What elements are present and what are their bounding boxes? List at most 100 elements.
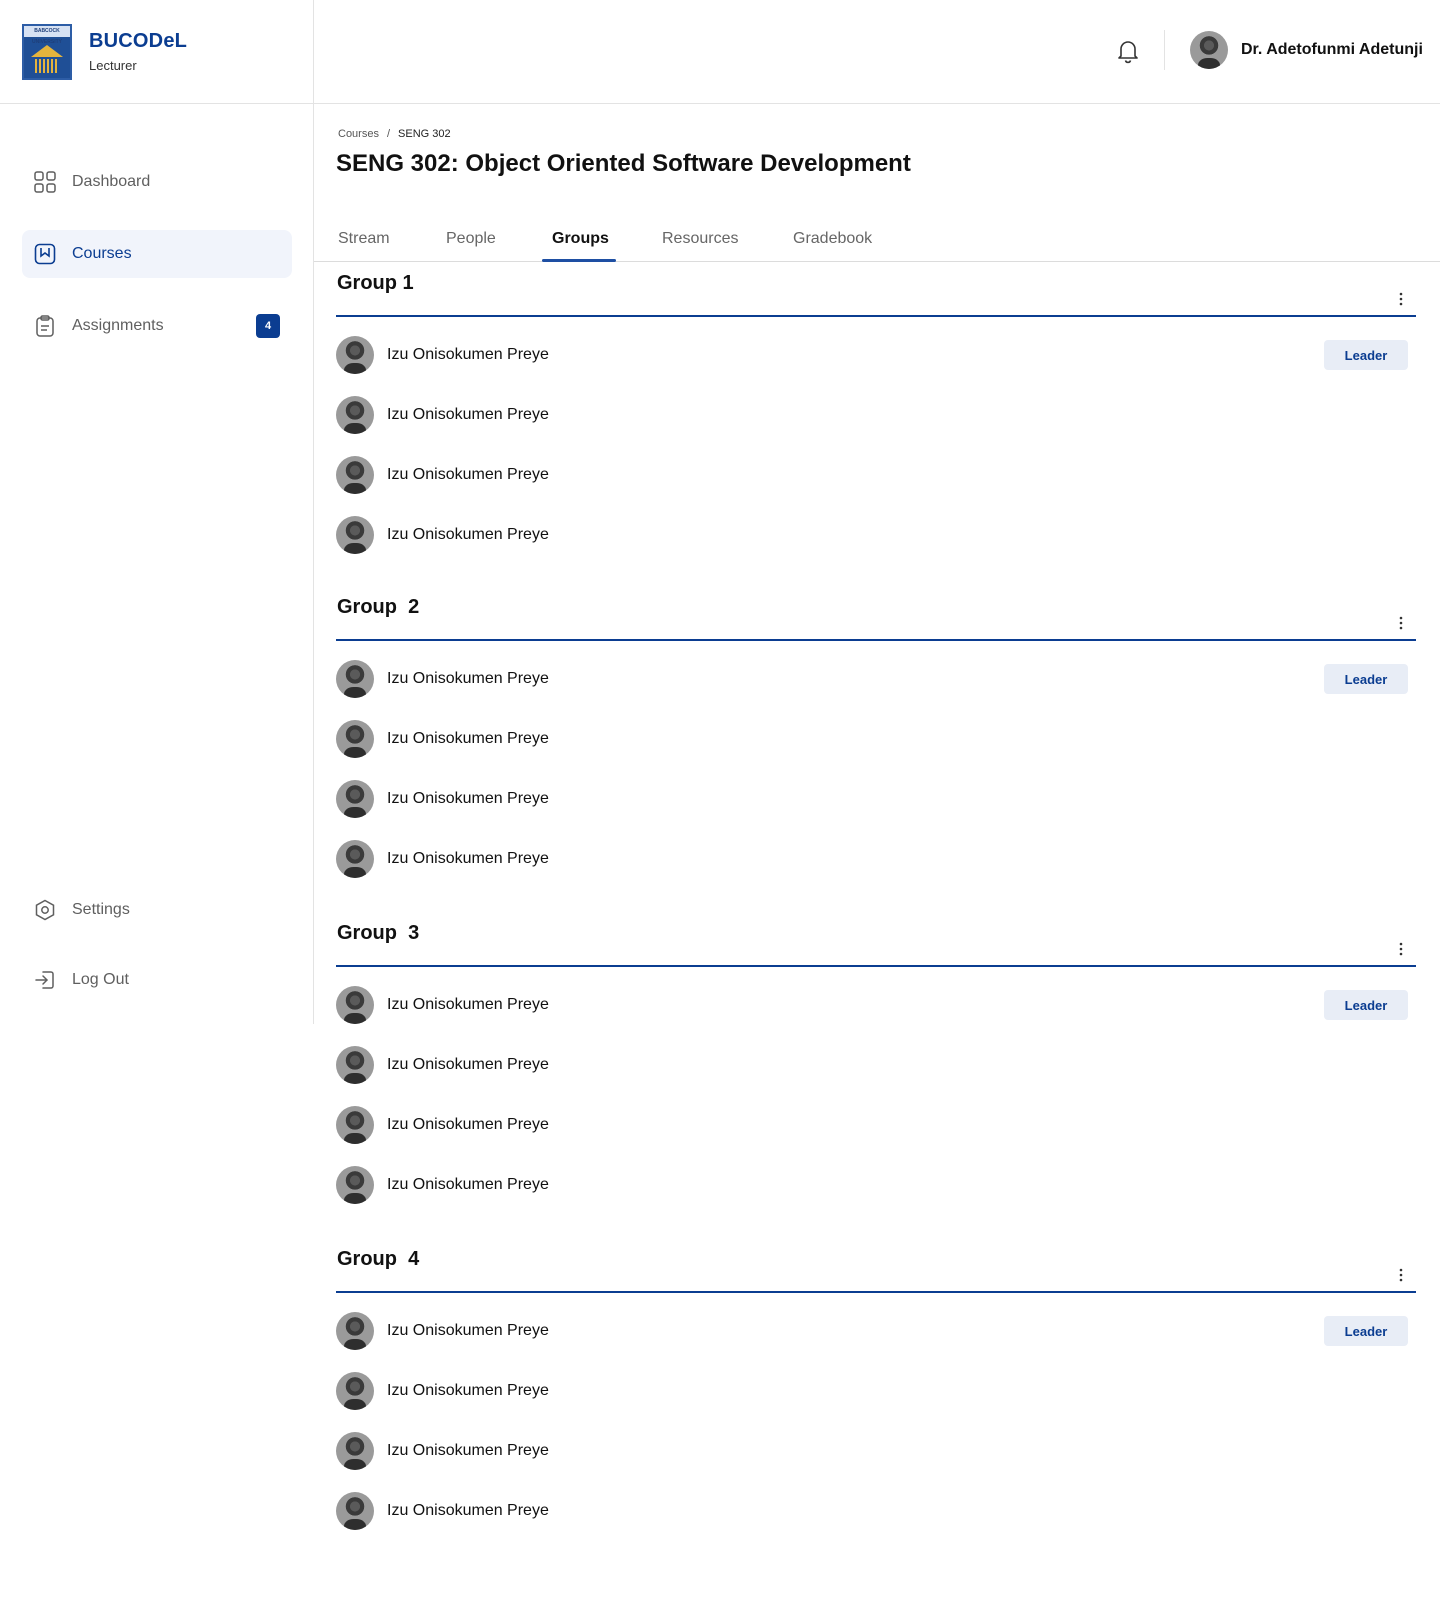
member-name: Izu Onisokumen Preye — [387, 1116, 549, 1133]
avatar — [336, 456, 374, 494]
avatar — [336, 336, 374, 374]
sidebar-item-label: Settings — [72, 901, 130, 918]
group-member-row[interactable]: Izu Onisokumen Preye Leader — [336, 975, 1416, 1035]
avatar — [336, 1046, 374, 1084]
group-title: Group 1 — [337, 272, 414, 294]
more-options-icon[interactable] — [1396, 1268, 1406, 1282]
group-member-row[interactable]: Izu Onisokumen Preye — [336, 505, 1416, 565]
sidebar-bottom-nav: Settings Log Out — [22, 886, 292, 1026]
avatar — [336, 516, 374, 554]
sidebar-item-logout[interactable]: Log Out — [22, 956, 292, 1004]
university-logo: BABCOCK UNIVERSITY — [22, 23, 72, 80]
avatar — [336, 1432, 374, 1470]
sidebar-item-settings[interactable]: Settings — [22, 886, 292, 934]
topbar-divider — [1164, 30, 1165, 70]
group-section: Group 2 Izu Onisokumen Preye Leader Izu Oni… — [336, 578, 1416, 889]
member-name: Izu Onisokumen Preye — [387, 730, 549, 747]
sidebar-item-assignments[interactable]: Assignments 4 — [22, 302, 292, 350]
avatar — [336, 780, 374, 818]
member-name: Izu Onisokumen Preye — [387, 670, 549, 687]
avatar — [336, 396, 374, 434]
group-member-row[interactable]: Izu Onisokumen Preye — [336, 829, 1416, 889]
group-member-row[interactable]: Izu Onisokumen Preye — [336, 769, 1416, 829]
avatar — [336, 840, 374, 878]
book-icon — [34, 243, 56, 265]
more-options-icon[interactable] — [1396, 292, 1406, 306]
group-header: Group 4 — [336, 1230, 1416, 1293]
group-section: Group 1 Izu Onisokumen Preye Leader Izu Oni… — [336, 254, 1416, 565]
sidebar-item-label: Assignments — [72, 317, 164, 334]
group-header: Group 3 — [336, 904, 1416, 967]
member-name: Izu Onisokumen Preye — [387, 346, 549, 363]
member-name: Izu Onisokumen Preye — [387, 406, 549, 423]
member-name: Izu Onisokumen Preye — [387, 790, 549, 807]
member-name: Izu Onisokumen Preye — [387, 850, 549, 867]
avatar — [336, 1312, 374, 1350]
group-member-row[interactable]: Izu Onisokumen Preye — [336, 1481, 1416, 1541]
group-header: Group 2 — [336, 578, 1416, 641]
member-name: Izu Onisokumen Preye — [387, 1176, 549, 1193]
avatar — [336, 1106, 374, 1144]
member-name: Izu Onisokumen Preye — [387, 526, 549, 543]
member-name: Izu Onisokumen Preye — [387, 1442, 549, 1459]
tab-gradebook[interactable]: Gradebook — [793, 230, 872, 248]
more-options-icon[interactable] — [1396, 942, 1406, 956]
logout-icon — [34, 969, 56, 991]
logo-text: BABCOCK UNIVERSITY — [24, 25, 70, 45]
avatar — [336, 1372, 374, 1410]
avatar — [336, 720, 374, 758]
group-member-row[interactable]: Izu Onisokumen Preye — [336, 1361, 1416, 1421]
gear-icon — [34, 899, 56, 921]
tab-people[interactable]: People — [446, 230, 496, 248]
bell-icon[interactable] — [1116, 38, 1140, 64]
sidebar-item-courses[interactable]: Courses — [22, 230, 292, 278]
breadcrumb-courses-link[interactable]: Courses — [338, 128, 379, 140]
sidebar-item-label: Log Out — [72, 971, 129, 988]
avatar — [1190, 31, 1228, 69]
breadcrumb-separator: / — [386, 128, 391, 140]
group-member-row[interactable]: Izu Onisokumen Preye Leader — [336, 325, 1416, 385]
group-title: Group 3 — [337, 922, 420, 944]
sidebar-item-label: Courses — [72, 245, 132, 262]
avatar — [336, 986, 374, 1024]
tab-resources[interactable]: Resources — [662, 230, 738, 248]
sidebar: BABCOCK UNIVERSITY BUCODeL Lecturer Dash… — [0, 0, 314, 1024]
avatar — [336, 1166, 374, 1204]
member-name: Izu Onisokumen Preye — [387, 1056, 549, 1073]
page-title: SENG 302: Object Oriented Software Devel… — [336, 150, 911, 177]
leader-badge: Leader — [1324, 990, 1408, 1020]
breadcrumb-current: SENG 302 — [398, 128, 451, 140]
member-name: Izu Onisokumen Preye — [387, 466, 549, 483]
user-menu[interactable]: Dr. Adetofunmi Adetunji — [1190, 31, 1423, 69]
group-member-row[interactable]: Izu Onisokumen Preye — [336, 1421, 1416, 1481]
sidebar-nav: Dashboard Courses Assignments 4 — [22, 158, 292, 374]
group-member-row[interactable]: Izu Onisokumen Preye — [336, 709, 1416, 769]
group-member-row[interactable]: Izu Onisokumen Preye Leader — [336, 1301, 1416, 1361]
clipboard-icon — [34, 315, 56, 337]
group-header: Group 1 — [336, 254, 1416, 317]
group-member-row[interactable]: Izu Onisokumen Preye — [336, 1155, 1416, 1215]
group-member-row[interactable]: Izu Onisokumen Preye — [336, 385, 1416, 445]
group-title: Group 2 — [337, 596, 420, 618]
group-member-row[interactable]: Izu Onisokumen Preye Leader — [336, 649, 1416, 709]
leader-badge: Leader — [1324, 664, 1408, 694]
avatar — [336, 660, 374, 698]
group-title: Group 4 — [337, 1248, 420, 1270]
group-member-row[interactable]: Izu Onisokumen Preye — [336, 1095, 1416, 1155]
group-member-row[interactable]: Izu Onisokumen Preye — [336, 1035, 1416, 1095]
avatar — [336, 1492, 374, 1530]
member-name: Izu Onisokumen Preye — [387, 1322, 549, 1339]
group-section: Group 4 Izu Onisokumen Preye Leader Izu Oni… — [336, 1230, 1416, 1541]
brand-name: BUCODeL — [89, 30, 188, 52]
user-name: Dr. Adetofunmi Adetunji — [1241, 41, 1423, 58]
tab-groups[interactable]: Groups — [552, 230, 609, 248]
tab-stream[interactable]: Stream — [338, 230, 390, 248]
group-section: Group 3 Izu Onisokumen Preye Leader Izu Oni… — [336, 904, 1416, 1215]
more-options-icon[interactable] — [1396, 616, 1406, 630]
breadcrumb: Courses / SENG 302 — [338, 128, 451, 140]
leader-badge: Leader — [1324, 1316, 1408, 1346]
group-member-row[interactable]: Izu Onisokumen Preye — [336, 445, 1416, 505]
member-name: Izu Onisokumen Preye — [387, 996, 549, 1013]
sidebar-item-dashboard[interactable]: Dashboard — [22, 158, 292, 206]
member-name: Izu Onisokumen Preye — [387, 1502, 549, 1519]
